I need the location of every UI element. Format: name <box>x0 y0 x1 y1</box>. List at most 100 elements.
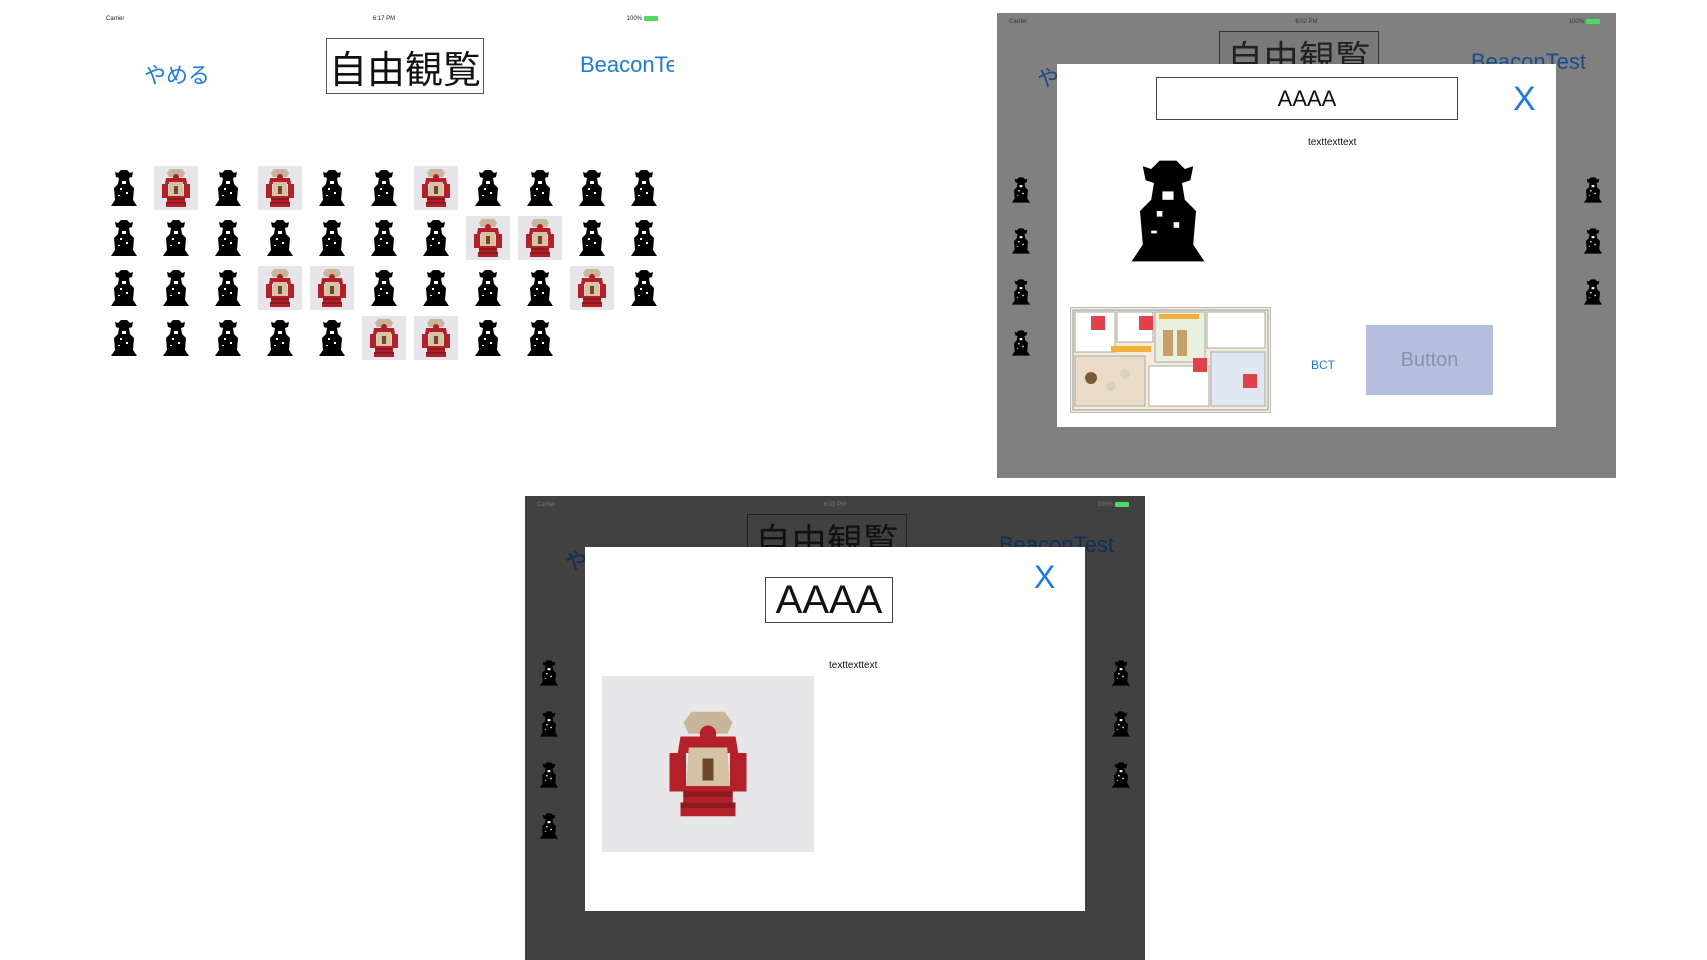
armor-silhouette-icon <box>163 220 189 256</box>
background-exhibit-thumbnail <box>535 754 563 801</box>
exhibit-dialog: AAAA X texttexttext <box>1057 64 1556 427</box>
exhibit-thumbnail[interactable] <box>258 266 302 310</box>
battery-indicator: 100% <box>1569 19 1600 25</box>
exhibit-thumbnail[interactable] <box>206 316 250 360</box>
armor-color-icon <box>422 319 450 357</box>
armor-silhouette-image <box>1131 160 1205 262</box>
background-exhibit-thumbnail <box>1579 271 1607 318</box>
armor-silhouette-icon <box>579 220 605 256</box>
exhibit-thumbnail[interactable] <box>258 166 302 210</box>
armor-silhouette-icon <box>1011 330 1031 356</box>
armor-silhouette-icon <box>475 320 501 356</box>
battery-icon <box>1115 502 1129 507</box>
exhibit-thumbnail[interactable] <box>362 316 406 360</box>
armor-silhouette-icon <box>527 320 553 356</box>
screen-exhibit-list: Carrier 6:17 PM 100% やめる 自由観覧 BeaconTest <box>94 10 674 430</box>
exhibit-thumbnail[interactable] <box>570 216 614 260</box>
exhibit-thumbnail[interactable] <box>414 216 458 260</box>
action-button[interactable]: Button <box>1366 325 1493 395</box>
exhibit-thumbnail[interactable] <box>310 316 354 360</box>
armor-silhouette-icon <box>215 220 241 256</box>
armor-silhouette-icon <box>631 220 657 256</box>
page-title: 自由観覧 <box>326 38 484 94</box>
background-exhibit-thumbnail <box>535 652 563 699</box>
armor-color-icon <box>474 219 502 257</box>
armor-silhouette-icon <box>371 220 397 256</box>
exhibit-thumbnail[interactable] <box>102 316 146 360</box>
exhibit-thumbnail[interactable] <box>622 266 666 310</box>
armor-color-icon <box>526 219 554 257</box>
armor-silhouette-icon <box>1583 228 1603 254</box>
beacon-test-button[interactable]: BeaconTest <box>580 52 674 78</box>
exhibit-thumbnail[interactable] <box>518 216 562 260</box>
exhibit-thumbnail[interactable] <box>310 216 354 260</box>
armor-silhouette-icon <box>319 320 345 356</box>
background-exhibit-thumbnail <box>535 805 563 852</box>
armor-silhouette-icon <box>215 320 241 356</box>
exhibit-thumbnail[interactable] <box>362 266 406 310</box>
armor-silhouette-icon <box>539 813 559 839</box>
exhibit-thumbnail[interactable] <box>206 266 250 310</box>
exhibit-thumbnail[interactable] <box>102 216 146 260</box>
exhibit-thumbnail[interactable] <box>518 166 562 210</box>
armor-silhouette-icon <box>631 270 657 306</box>
exhibit-thumbnail[interactable] <box>102 166 146 210</box>
exhibit-thumbnail[interactable] <box>622 166 666 210</box>
exhibit-thumbnail[interactable] <box>206 166 250 210</box>
exhibit-thumbnail[interactable] <box>414 166 458 210</box>
screen-dialog-map: Carrier 6:02 PM 100% 自由観覧 BeaconTest や A… <box>997 13 1616 478</box>
background-column-left <box>535 652 563 852</box>
exhibit-thumbnail[interactable] <box>414 316 458 360</box>
background-exhibit-thumbnail <box>1007 271 1035 318</box>
exhibit-image-silhouette <box>1112 131 1224 296</box>
armor-color-icon <box>266 269 294 307</box>
armor-silhouette-icon <box>319 220 345 256</box>
background-exhibit-thumbnail <box>1107 754 1135 801</box>
exhibit-thumbnail[interactable] <box>518 266 562 310</box>
armor-silhouette-icon <box>163 270 189 306</box>
status-bar: Carrier 6:17 PM 100% <box>94 10 674 28</box>
battery-icon <box>1586 19 1600 24</box>
exhibit-thumbnail[interactable] <box>154 316 198 360</box>
close-button[interactable]: X <box>1513 80 1536 119</box>
armor-color-icon <box>162 169 190 207</box>
exhibit-thumbnail[interactable] <box>154 266 198 310</box>
exhibit-thumbnail[interactable] <box>258 216 302 260</box>
exhibit-thumbnail[interactable] <box>518 316 562 360</box>
exhibit-thumbnail[interactable] <box>154 166 198 210</box>
exhibit-thumbnail[interactable] <box>414 266 458 310</box>
exhibit-thumbnail[interactable] <box>102 266 146 310</box>
armor-color-icon <box>266 169 294 207</box>
exhibit-thumbnail[interactable] <box>310 166 354 210</box>
floor-plan-graphic <box>1072 309 1269 411</box>
exhibit-dialog: AAAA X texttexttext <box>585 547 1085 911</box>
exhibit-thumbnail[interactable] <box>622 216 666 260</box>
background-exhibit-thumbnail <box>1579 169 1607 216</box>
exhibit-thumbnail[interactable] <box>570 166 614 210</box>
exhibit-thumbnail[interactable] <box>570 266 614 310</box>
battery-icon <box>644 16 658 21</box>
exhibit-thumbnail[interactable] <box>154 216 198 260</box>
exhibit-thumbnail[interactable] <box>362 216 406 260</box>
exhibit-thumbnail[interactable] <box>206 216 250 260</box>
bct-button[interactable]: BCT <box>1311 358 1335 372</box>
close-button[interactable]: X <box>1034 559 1055 596</box>
armor-silhouette-icon <box>579 170 605 206</box>
battery-indicator: 100% <box>627 16 658 22</box>
exhibit-thumbnail[interactable] <box>466 216 510 260</box>
exhibit-thumbnail[interactable] <box>466 166 510 210</box>
battery-indicator: 100% <box>1098 502 1129 508</box>
exhibit-thumbnail[interactable] <box>258 316 302 360</box>
exhibit-thumbnail[interactable] <box>466 266 510 310</box>
armor-silhouette-icon <box>215 270 241 306</box>
background-column-left <box>1007 169 1035 369</box>
cancel-button[interactable]: やめる <box>144 58 210 90</box>
exhibit-thumbnail[interactable] <box>310 266 354 310</box>
exhibit-thumbnail[interactable] <box>362 166 406 210</box>
armor-silhouette-icon <box>527 170 553 206</box>
armor-silhouette-icon <box>1011 228 1031 254</box>
background-exhibit-thumbnail <box>1007 220 1035 267</box>
armor-silhouette-icon <box>111 320 137 356</box>
exhibit-thumbnail[interactable] <box>466 316 510 360</box>
armor-color-icon <box>370 319 398 357</box>
